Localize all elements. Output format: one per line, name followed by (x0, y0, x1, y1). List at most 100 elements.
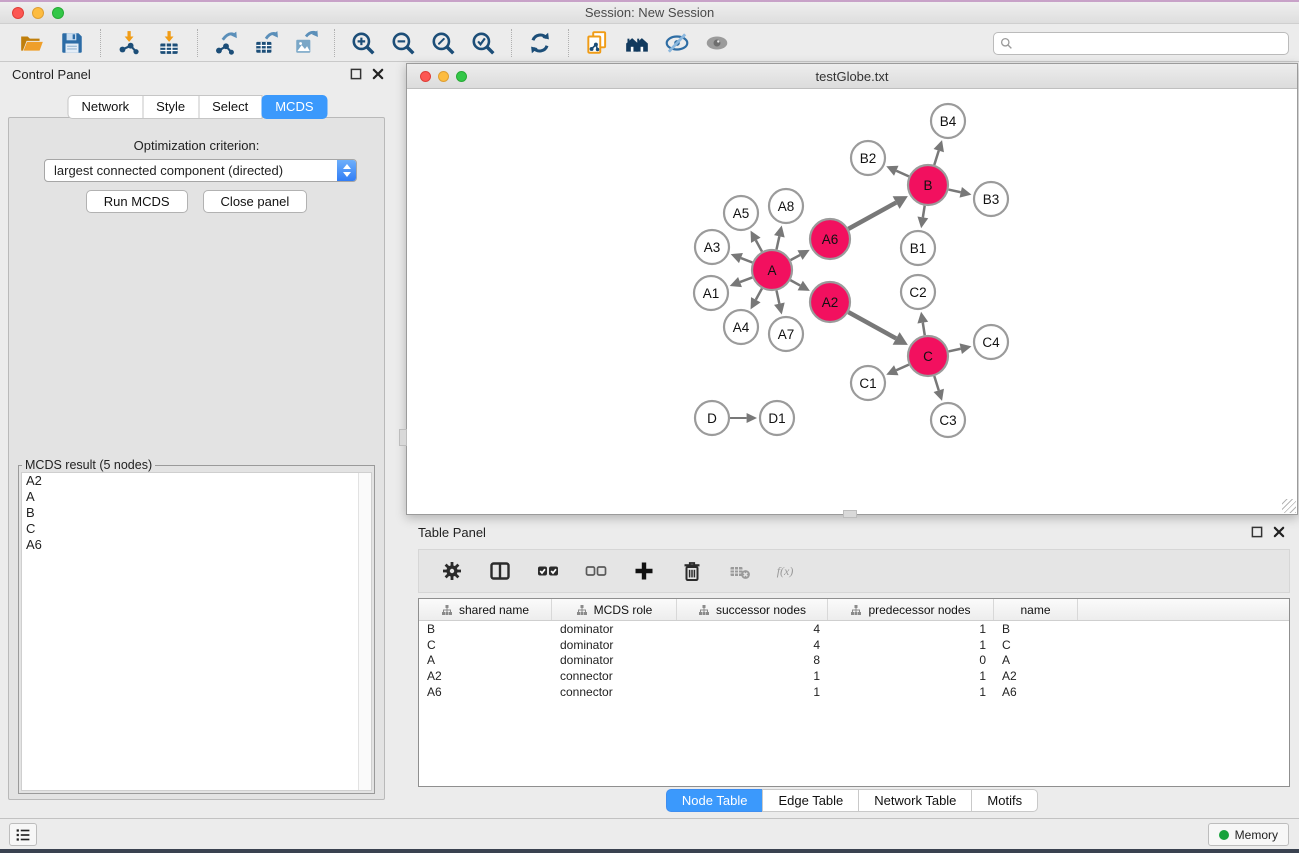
table-row[interactable]: Adominator80A (419, 653, 1289, 669)
tab-edge-table[interactable]: Edge Table (762, 789, 859, 812)
result-item[interactable]: B (22, 505, 371, 521)
status-list-button[interactable] (9, 823, 37, 846)
export-network-button[interactable] (206, 27, 246, 59)
table-cell[interactable]: 1 (828, 638, 994, 652)
table-cell[interactable]: dominator (552, 622, 677, 636)
graph-node-C3[interactable]: C3 (931, 403, 965, 437)
table-cell[interactable]: A2 (419, 669, 552, 683)
column-header-name[interactable]: name (994, 599, 1078, 620)
network-graph[interactable]: B4B2BB3B1C2A5A8A6A3AA1A2A4A7CC4C1C3DD1 (407, 89, 1297, 514)
tab-style[interactable]: Style (142, 95, 199, 119)
table-cell[interactable]: 1 (677, 669, 828, 683)
column-header-predecessor-nodes[interactable]: predecessor nodes (828, 599, 994, 620)
graph-edge[interactable] (740, 277, 752, 282)
graph-node-A2[interactable]: A2 (810, 282, 850, 322)
graph-node-A8[interactable]: A8 (769, 189, 803, 223)
panel-splitter-handle[interactable] (843, 510, 857, 518)
import-network-button[interactable] (109, 27, 149, 59)
select-all-button[interactable] (531, 554, 565, 588)
graph-node-C2[interactable]: C2 (901, 275, 935, 309)
table-cell[interactable]: A2 (994, 669, 1078, 683)
create-column-button[interactable] (627, 554, 661, 588)
column-header-MCDS-role[interactable]: MCDS role (552, 599, 677, 620)
graph-edge[interactable] (896, 365, 909, 371)
show-all-button[interactable] (697, 27, 737, 59)
window-resize-grip[interactable] (1282, 499, 1296, 513)
table-row[interactable]: A6connector11A6 (419, 684, 1289, 700)
memory-button[interactable]: Memory (1208, 823, 1289, 846)
graph-node-A3[interactable]: A3 (695, 230, 729, 264)
graph-edge[interactable] (848, 203, 896, 229)
result-item[interactable]: A (22, 489, 371, 505)
import-table-button[interactable] (149, 27, 189, 59)
table-cell[interactable]: A (994, 653, 1078, 667)
export-table-button[interactable] (246, 27, 286, 59)
graph-node-C1[interactable]: C1 (851, 366, 885, 400)
table-cell[interactable]: A (419, 653, 552, 667)
first-neighbors-button[interactable] (617, 27, 657, 59)
table-cell[interactable]: dominator (552, 653, 677, 667)
table-row[interactable]: Cdominator41C (419, 637, 1289, 653)
delete-table-button[interactable] (723, 554, 757, 588)
tab-motifs[interactable]: Motifs (971, 789, 1038, 812)
close-panel-icon[interactable] (1273, 526, 1285, 538)
graph-node-A1[interactable]: A1 (694, 276, 728, 310)
graph-edge[interactable] (934, 151, 938, 165)
function-builder-button[interactable]: f(x) (771, 554, 805, 588)
graph-edge[interactable] (948, 349, 960, 352)
close-panel-icon[interactable] (372, 68, 384, 80)
table-cell[interactable]: B (994, 622, 1078, 636)
result-item[interactable]: A6 (22, 537, 371, 553)
graph-node-B[interactable]: B (908, 165, 948, 205)
table-cell[interactable]: 1 (828, 669, 994, 683)
graph-edge[interactable] (848, 312, 896, 338)
table-settings-button[interactable] (435, 554, 469, 588)
table-cell[interactable]: B (419, 622, 552, 636)
graph-edge[interactable] (756, 240, 762, 251)
graph-node-A5[interactable]: A5 (724, 196, 758, 230)
delete-rows-button[interactable] (675, 554, 709, 588)
run-mcds-button[interactable]: Run MCDS (86, 190, 188, 213)
hide-selected-button[interactable] (657, 27, 697, 59)
tab-network[interactable]: Network (67, 95, 143, 119)
graph-edge[interactable] (741, 258, 752, 262)
tab-mcds[interactable]: MCDS (261, 95, 327, 119)
tab-select[interactable]: Select (198, 95, 262, 119)
table-row[interactable]: Bdominator41B (419, 621, 1289, 637)
result-item[interactable]: C (22, 521, 371, 537)
column-header-successor-nodes[interactable]: successor nodes (677, 599, 828, 620)
graph-edge[interactable] (776, 236, 779, 249)
graph-node-A[interactable]: A (752, 250, 792, 290)
zoom-out-button[interactable] (383, 27, 423, 59)
search-input[interactable] (1017, 35, 1288, 52)
graph-node-A4[interactable]: A4 (724, 310, 758, 344)
graph-node-D1[interactable]: D1 (760, 401, 794, 435)
unselect-all-button[interactable] (579, 554, 613, 588)
table-cell[interactable]: 8 (677, 653, 828, 667)
graph-edge[interactable] (756, 288, 762, 299)
table-cell[interactable]: 4 (677, 622, 828, 636)
new-network-from-selection-button[interactable] (577, 27, 617, 59)
graph-edge[interactable] (790, 280, 800, 285)
zoom-fit-content-button[interactable] (423, 27, 463, 59)
graph-node-B3[interactable]: B3 (974, 182, 1008, 216)
table-cell[interactable]: 0 (828, 653, 994, 667)
graph-edge[interactable] (776, 291, 779, 304)
table-cell[interactable]: A6 (994, 685, 1078, 699)
search-field[interactable] (993, 32, 1289, 55)
table-cell[interactable]: 4 (677, 638, 828, 652)
export-image-button[interactable] (286, 27, 326, 59)
graph-edge[interactable] (923, 206, 925, 218)
graph-edge[interactable] (791, 255, 800, 260)
apply-preferred-layout-button[interactable] (520, 27, 560, 59)
graph-node-A7[interactable]: A7 (769, 317, 803, 351)
save-session-button[interactable] (52, 27, 92, 59)
graph-node-A6[interactable]: A6 (810, 219, 850, 259)
table-cell[interactable]: dominator (552, 638, 677, 652)
graph-node-C[interactable]: C (908, 336, 948, 376)
network-canvas[interactable]: B4B2BB3B1C2A5A8A6A3AA1A2A4A7CC4C1C3DD1 (407, 89, 1297, 514)
graph-edge[interactable] (896, 171, 909, 177)
network-window-titlebar[interactable]: testGlobe.txt (407, 64, 1297, 89)
table-cell[interactable]: connector (552, 685, 677, 699)
float-panel-icon[interactable] (1251, 526, 1263, 538)
